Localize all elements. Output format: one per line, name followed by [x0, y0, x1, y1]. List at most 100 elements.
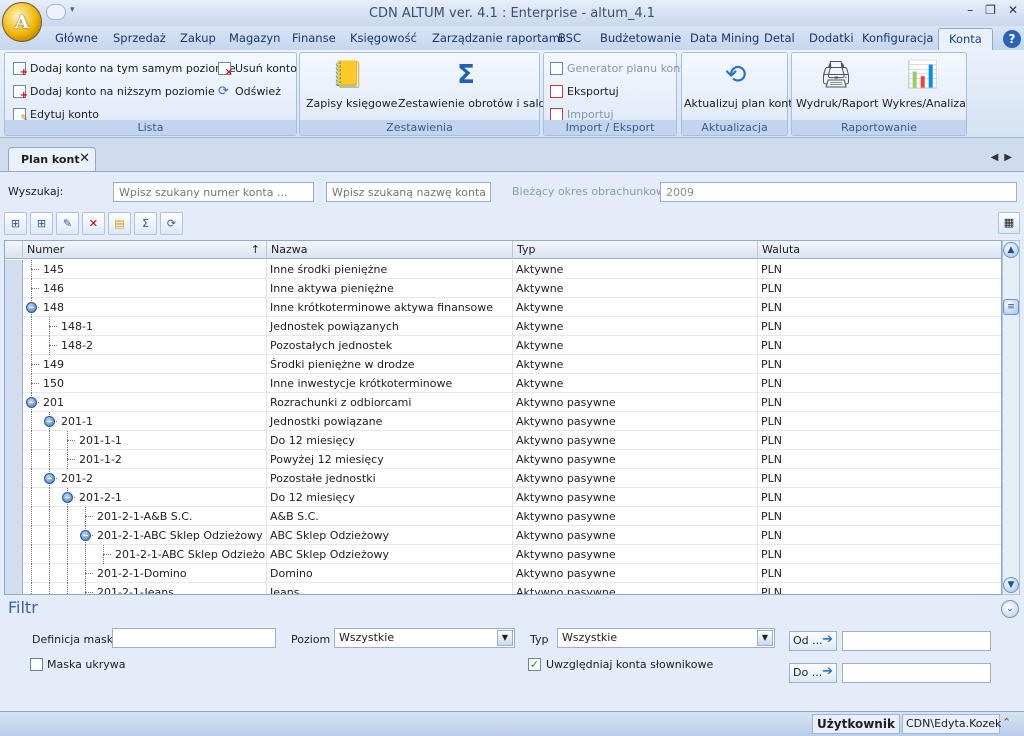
- table-row[interactable]: 150 Inne inwestycje krótkoterminowe Aktywn…: [5, 374, 1001, 393]
- tab-0[interactable]: Główne: [55, 28, 98, 50]
- to-input[interactable]: [842, 663, 991, 683]
- add-same-level-button[interactable]: Dodaj konto na tym samym poziomie: [13, 59, 236, 78]
- generator-button[interactable]: Generator planu kont: [550, 59, 685, 77]
- chevron-down-icon[interactable]: ▼: [497, 630, 513, 646]
- column-header-numer[interactable]: Numer ↑: [23, 241, 267, 259]
- app-menu-button[interactable]: A: [2, 2, 42, 42]
- tab-4[interactable]: Finanse: [292, 28, 336, 50]
- table-row[interactable]: 148-1 Jednostek powiązanych Aktywne PLN: [5, 317, 1001, 336]
- row-selector[interactable]: [5, 355, 23, 374]
- mask-input[interactable]: [112, 628, 276, 648]
- table-row[interactable]: 201-2-1-A&B S.C. A&B S.C. Aktywno pasywne P…: [5, 507, 1001, 526]
- dictionary-accounts-checkbox[interactable]: ✓: [528, 658, 541, 671]
- sigma-icon[interactable]: Σ: [134, 212, 157, 235]
- collapse-node-icon[interactable]: [26, 397, 37, 408]
- tab-5[interactable]: Księgowość: [350, 28, 417, 50]
- row-selector[interactable]: [5, 374, 23, 393]
- table-row[interactable]: 201-1-2 Powyżej 12 miesięcy Aktywno pasywn…: [5, 450, 1001, 469]
- row-selector[interactable]: [5, 583, 23, 594]
- close-tab-icon[interactable]: ✕: [79, 151, 90, 166]
- table-row[interactable]: 145 Inne środki pieniężne Aktywne PLN: [5, 260, 1001, 279]
- row-selector[interactable]: [5, 260, 23, 279]
- add-lower-level-button[interactable]: Dodaj konto na niższym poziomie: [13, 82, 215, 101]
- row-selector[interactable]: [5, 279, 23, 298]
- row-selector[interactable]: [5, 526, 23, 545]
- scroll-down-icon[interactable]: ▼: [1003, 577, 1019, 593]
- print-report-button[interactable]: 🖨 Wydruk/Raport: [796, 59, 878, 110]
- table-row[interactable]: 148 Inne krótkoterminowe aktywa finansowe…: [5, 298, 1001, 317]
- delete-icon[interactable]: ✕: [82, 212, 105, 235]
- row-selector[interactable]: [5, 545, 23, 564]
- turnover-balance-button[interactable]: Σ Zestawienie obrotów i sald: [398, 59, 546, 110]
- row-selector[interactable]: [5, 469, 23, 488]
- hidden-mask-checkbox[interactable]: [30, 658, 43, 671]
- table-row[interactable]: 201-1-1 Do 12 miesięcy Aktywno pasywne PLN: [5, 431, 1001, 450]
- row-selector[interactable]: [5, 507, 23, 526]
- row-selector[interactable]: [5, 298, 23, 317]
- row-selector[interactable]: [5, 431, 23, 450]
- tab-11[interactable]: Dodatki: [809, 28, 854, 50]
- chart-analysis-button[interactable]: 📊 Wykres/Analiza: [882, 59, 966, 110]
- collapse-node-icon[interactable]: [44, 473, 55, 484]
- tab-plan-kont[interactable]: Plan kont ✕: [8, 147, 96, 171]
- row-selector[interactable]: [5, 412, 23, 431]
- table-row[interactable]: 201-2-1 Do 12 miesięcy Aktywno pasywne PLN: [5, 488, 1001, 507]
- account-name-search-input[interactable]: [326, 182, 491, 202]
- delete-account-button[interactable]: Usuń konto: [218, 59, 297, 78]
- tab-nav-arrows[interactable]: ◀▶: [991, 152, 1018, 163]
- minimize-icon[interactable]: –: [967, 3, 973, 17]
- table-row[interactable]: 149 Środki pieniężne w drodze Aktywne PLN: [5, 355, 1001, 374]
- tab-3[interactable]: Magazyn: [229, 28, 280, 50]
- tab-8[interactable]: Budżetowanie: [600, 28, 681, 50]
- export-button[interactable]: Eksportuj: [550, 82, 619, 100]
- table-row[interactable]: 148-2 Pozostałych jednostek Aktywne PLN: [5, 336, 1001, 355]
- from-button[interactable]: Od ... ➔: [789, 631, 837, 651]
- journal-icon[interactable]: ▤: [108, 212, 131, 235]
- tab-12[interactable]: Konfiguracja: [862, 28, 933, 50]
- collapse-node-icon[interactable]: [62, 492, 73, 503]
- from-input[interactable]: [842, 631, 991, 651]
- add-same-level-icon[interactable]: ⊞: [4, 212, 27, 235]
- type-select[interactable]: Wszystkie ▼: [557, 628, 775, 648]
- table-row[interactable]: 201-2-1-Domino Domino Aktywno pasywne PLN: [5, 564, 1001, 583]
- collapse-node-icon[interactable]: [44, 416, 55, 427]
- collapse-filter-icon[interactable]: ⌄: [1001, 600, 1019, 618]
- tab-10[interactable]: Detal: [764, 28, 795, 50]
- collapse-node-icon[interactable]: [80, 530, 91, 541]
- grid-scrollbar[interactable]: ▲ ≡ ▼: [1002, 240, 1020, 595]
- column-header-typ[interactable]: Typ: [513, 241, 758, 259]
- tab-7[interactable]: BSC: [558, 28, 581, 50]
- account-number-search-input[interactable]: [113, 182, 314, 202]
- qat-dropdown-icon[interactable]: ▾: [70, 5, 75, 15]
- table-row[interactable]: 201 Rozrachunki z odbiorcami Aktywno pasyw…: [5, 393, 1001, 412]
- row-selector[interactable]: [5, 393, 23, 412]
- column-header-waluta[interactable]: Waluta: [758, 241, 1001, 259]
- collapse-node-icon[interactable]: [26, 302, 37, 313]
- scroll-thumb[interactable]: ≡: [1003, 299, 1019, 315]
- expand-up-icon[interactable]: ⌃: [1002, 716, 1011, 729]
- row-selector[interactable]: [5, 317, 23, 336]
- close-icon[interactable]: ✕: [1008, 3, 1018, 17]
- scroll-up-icon[interactable]: ▲: [1003, 242, 1019, 258]
- grid-settings-icon[interactable]: ▦: [998, 212, 1020, 234]
- table-row[interactable]: 201-2-1-Jeans Jeans Aktywno pasywne PLN: [5, 583, 1001, 594]
- restore-icon[interactable]: ❐: [985, 3, 996, 17]
- column-header-nazwa[interactable]: Nazwa: [267, 241, 513, 259]
- tab-9[interactable]: Data Mining: [690, 28, 759, 50]
- row-selector[interactable]: [5, 336, 23, 355]
- quick-access-toolbar[interactable]: [46, 4, 66, 20]
- row-selector[interactable]: [5, 564, 23, 583]
- table-row[interactable]: 201-2-1-ABC Sklep Odzieżowy ABC Sklep Odz…: [5, 526, 1001, 545]
- tab-2[interactable]: Zakup: [180, 28, 216, 50]
- row-selector[interactable]: [5, 488, 23, 507]
- tab-1[interactable]: Sprzedaż: [113, 28, 166, 50]
- tab-13[interactable]: Konta: [938, 28, 993, 50]
- table-row[interactable]: 201-1 Jednostki powiązane Aktywno pasywne P…: [5, 412, 1001, 431]
- tab-6[interactable]: Zarządzanie raportami: [432, 28, 563, 50]
- journal-entries-button[interactable]: 📒 Zapisy księgowe: [306, 59, 397, 110]
- refresh-icon[interactable]: ⟳: [160, 212, 183, 235]
- table-row[interactable]: 201-2-1-ABC Sklep Odzieżo... ABC Sklep Od…: [5, 545, 1001, 564]
- row-selector[interactable]: [5, 450, 23, 469]
- edit-icon[interactable]: ✎: [56, 212, 79, 235]
- chevron-down-icon[interactable]: ▼: [757, 630, 773, 646]
